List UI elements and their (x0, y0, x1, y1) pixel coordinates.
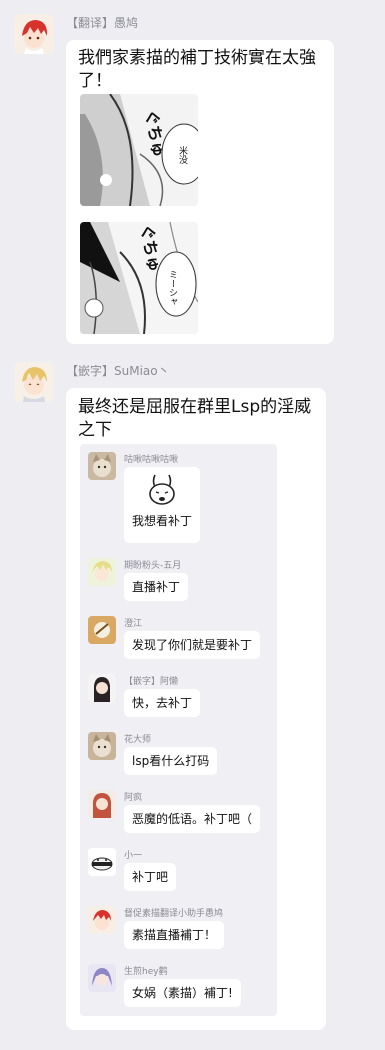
svg-text:ミーシャ: ミーシャ (167, 270, 177, 306)
red-hair-boy-avatar-icon (14, 14, 54, 54)
forwarded-sender-name: 生煎hey鹳 (124, 967, 168, 977)
forwarded-message-bubble[interactable]: 恶魔的低语。补丁吧（ (124, 805, 261, 833)
forwarded-message-bubble[interactable]: lsp看什么打码 (124, 747, 218, 775)
purple-hair-avatar-icon (88, 964, 116, 992)
sushi-avatar-icon (88, 848, 116, 876)
forwarded-sender-name: 阿疯 (124, 793, 143, 803)
forwarded-message-text: 恶魔的低语。补丁吧（ (132, 812, 253, 826)
forwarded-sender-name: 咕啾咕啾咕啾 (124, 455, 179, 465)
cat-avatar-icon (88, 452, 116, 480)
forwarded-sender-name: 小一 (124, 851, 143, 861)
manga-image[interactable]: ぐちゅ ミーシャ (80, 222, 198, 334)
forwarded-message-bubble[interactable]: 补丁吧 (124, 863, 177, 891)
sender-name: 【翻译】愚鸠 (66, 16, 139, 30)
red-hair-boy-avatar-icon (88, 906, 116, 934)
forwarded-message-text: 直播补丁 (132, 580, 181, 594)
message-text: 我們家素描的補丁技術實在太強了！ (78, 48, 316, 91)
forwarded-message-text: 素描直播補丁！ (132, 928, 217, 942)
forwarded-message-bubble[interactable]: 素描直播補丁！ (124, 921, 225, 949)
dark-hair-girl-avatar-icon (88, 674, 116, 702)
cat-avatar-icon (88, 732, 116, 760)
message-bubble[interactable]: 我們家素描的補丁技術實在太強了！ ぐちゅ 米没 ぐちゅ ミーシャ (66, 40, 334, 344)
forwarded-message-text: 快，去补丁 (132, 696, 193, 710)
food-avatar-icon (88, 616, 116, 644)
forwarded-sender-name: 督促素描翻译小助手愚鸠 (124, 909, 224, 919)
forwarded-message-bubble[interactable]: 快，去补丁 (124, 689, 201, 717)
chat-message-2: 【嵌字】SuMiao丶 最终还是屈服在群里Lsp的淫威之下 咕啾咕啾咕啾 我想看… (0, 360, 385, 1040)
forwarded-message-text: 补丁吧 (132, 870, 169, 884)
forwarded-sender-name: 澄江 (124, 619, 143, 629)
manga-image[interactable]: ぐちゅ 米没 (80, 94, 198, 206)
manga-panel-1-icon: ぐちゅ 米没 (80, 94, 198, 206)
blond-character-avatar-icon (88, 558, 116, 586)
rabbit-sticker-icon (149, 474, 175, 505)
chat-message-1: 【翻译】愚鸠 我們家素描的補丁技術實在太強了！ ぐちゅ 米没 ぐちゅ ミーシャ (0, 0, 385, 350)
forwarded-chat-panel[interactable]: 咕啾咕啾咕啾 我想看补丁 期盼粉头-五月 直播补丁 澄江 发现了你们就是要补丁 … (80, 444, 277, 1016)
sender-name: 【嵌字】SuMiao丶 (66, 364, 170, 378)
message-bubble[interactable]: 最终还是屈服在群里Lsp的淫威之下 咕啾咕啾咕啾 我想看补丁 期盼粉头-五月 直… (66, 388, 326, 1030)
forwarded-sender-name: 期盼粉头-五月 (124, 561, 182, 571)
forwarded-message-text: lsp看什么打码 (132, 754, 210, 768)
avatar[interactable] (14, 362, 54, 402)
message-text: 最终还是屈服在群里Lsp的淫威之下 (78, 397, 312, 440)
blonde-boy-avatar-icon (14, 362, 54, 402)
forwarded-sender-name: 【嵌字】阿懒 (124, 677, 179, 687)
forwarded-message-bubble[interactable]: 直播补丁 (124, 573, 189, 601)
forwarded-message-text: 发现了你们就是要补丁 (132, 638, 253, 652)
avatar[interactable] (14, 14, 54, 54)
forwarded-message-bubble[interactable]: 我想看补丁 (124, 467, 201, 543)
svg-text:米没: 米没 (177, 145, 188, 165)
forwarded-message-text: 我想看补丁 (132, 514, 193, 528)
red-hair-girl-avatar-icon (88, 790, 116, 818)
forwarded-message-bubble[interactable]: 女娲（素描）補丁! (124, 979, 241, 1007)
forwarded-message-bubble[interactable]: 发现了你们就是要补丁 (124, 631, 261, 659)
forwarded-sender-name: 花大师 (124, 735, 152, 745)
manga-panel-2-icon: ぐちゅ ミーシャ (80, 222, 198, 334)
forwarded-message-text: 女娲（素描）補丁! (132, 986, 233, 1000)
